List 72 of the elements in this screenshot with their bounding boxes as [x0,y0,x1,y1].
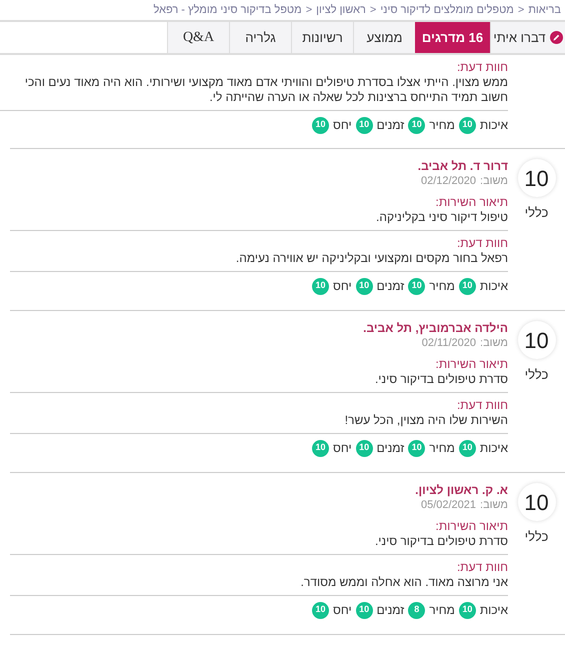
breadcrumb-separator: > [306,2,312,18]
rating-label: זמנים [376,440,404,457]
service-label: תיאור השירות: [434,519,508,534]
rating-badge: 10 [458,440,476,456]
rating-badge: 10 [356,602,373,618]
tab[interactable]: Q&A [167,22,229,53]
service-text: סדרת טיפולים בדיקור סיני. [374,534,508,549]
rating-label: זמנים [376,117,404,134]
breadcrumb-separator: > [518,2,524,18]
opinion-text: אני מרוצה מאוד. הוא אחלה וממש מסודר. [300,575,508,590]
breadcrumb-link[interactable]: מטפלים מומלצים לדיקור סיני [380,2,514,18]
opinion-text: רפאל בחור מקסים ומקצועי ובקליניקה יש אווירה נעימה. [234,251,508,266]
rating-badge: 10 [408,278,426,294]
rating-label: יחס [332,440,352,457]
service-label: תיאור השירות: [434,195,508,210]
rating-badge: 10 [356,440,373,456]
opinion-label: חוות דעת: [456,60,508,75]
opinion-label: חוות דעת: [456,236,508,251]
rating-label: יחס [332,602,352,619]
rating-label: מחיר [429,440,455,457]
rating-badge: 10 [312,278,329,294]
opinion-text: השירות שלו היה מצוין, הכל עשר! [344,413,508,428]
tab[interactable]: ממוצע [353,22,415,53]
rating-badge: 10 [458,278,476,294]
opinion-label: חוות דעת: [456,398,508,413]
breadcrumb-separator: > [370,2,376,18]
rating-badge: 10 [356,278,373,294]
score-label: כללי [524,528,548,546]
date-label: משוב: [480,336,508,351]
rating-label: איכות [480,278,508,295]
rating-label: יחס [332,278,352,295]
reviewer-name: א. ק. ראשון לציון. [414,483,508,498]
review-date: 05/02/2021 [420,498,476,513]
rating-badge: 10 [458,116,476,134]
rating-label: זמנים [376,278,404,295]
breadcrumb-link[interactable]: ראשון לציון [316,2,366,18]
rating-badge: 10 [312,440,329,456]
review-date: 02/11/2020 [422,336,476,351]
service-text: טיפול דיקור סיני בקליניקה. [375,210,508,225]
rating-label: מחיר [429,278,455,295]
reviewer-name: הילדה אברמוביץ, תל אביב. [362,321,508,336]
breadcrumb-link[interactable]: בריאות [528,2,561,18]
service-label: תיאור השירות: [434,357,508,372]
rating-label: איכות [480,117,508,134]
tab[interactable]: גלריה [229,22,291,53]
rating-badge: 10 [312,116,329,134]
rating-badge: 10 [458,602,476,618]
rating-label: מחיר [429,602,455,619]
rating-label: מחיר [429,117,455,134]
rating-label: איכות [480,602,508,619]
rating-badge: 10 [312,602,329,618]
opinion-label: חוות דעת: [456,560,508,575]
rating-label: זמנים [376,602,404,619]
tab[interactable]: רשיונות [291,22,353,53]
tab[interactable]: 16 מדרגים [415,22,490,53]
rating-badge: 10 [408,440,426,456]
service-text: סדרת טיפולים בדיקור סיני. [374,372,508,387]
score-label: כללי [524,204,548,222]
opinion-text: ממש מצוין. הייתי אצלו בסדרת טיפולים והוויתי אדם מאוד מקצועי ושירותי. הוא היה מאוד נעים והכי חשוב תמיד התייחס ברצינות לכל שאלה או הערה שהייתה לי. [24,75,508,105]
rating-badge: 8 [408,602,426,618]
rating-label: איכות [480,440,508,457]
date-label: משוב: [480,498,508,513]
pencil-icon [550,31,563,44]
rating-label: יחס [332,117,352,134]
breadcrumb-link[interactable]: מטפל בדיקור סיני מומלץ - רפאל [153,2,302,18]
date-label: משוב: [480,174,508,189]
rating-badge: 10 [356,116,373,134]
rating-badge: 10 [408,116,426,134]
reviewer-name: דרור ד. תל אביב. [416,159,508,174]
tab[interactable]: דברו איתי [490,22,565,53]
review-date: 02/12/2020 [420,174,476,189]
score-label: כללי [524,366,548,384]
